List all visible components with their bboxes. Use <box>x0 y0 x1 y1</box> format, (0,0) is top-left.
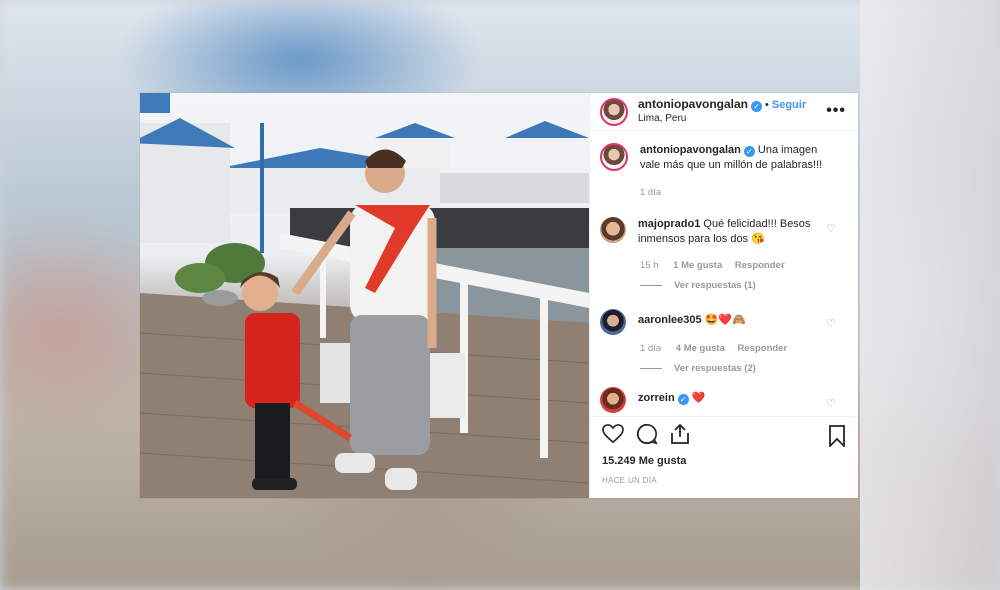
comment-like-heart-icon[interactable]: ♡ <box>826 317 836 330</box>
comment-icon[interactable] <box>636 423 658 450</box>
comment-like-heart-icon[interactable]: ♡ <box>826 397 836 410</box>
comment-item: aaronlee305 🤩❤️🙈 1 día 4 Me gusta Respon… <box>600 309 848 374</box>
caption: antoniopavongalan ✓ Una imagen vale más q… <box>600 143 848 198</box>
comment-item: majoprado1 Qué felicidad!!! Besos inmens… <box>600 217 848 291</box>
caption-avatar[interactable] <box>600 143 628 171</box>
separator-dot: • <box>765 99 769 111</box>
caption-time[interactable]: 1 día <box>640 187 661 198</box>
comment-text: 🤩❤️🙈 <box>704 314 746 326</box>
comment-like-heart-icon[interactable]: ♡ <box>826 222 836 235</box>
instagram-post: antoniopavongalan ✓ • Seguir Lima, Peru •••… <box>140 93 858 498</box>
location-link[interactable]: Lima, Peru <box>638 112 806 126</box>
post-header: antoniopavongalan ✓ • Seguir Lima, Peru ••• <box>590 93 858 131</box>
replies-divider <box>640 368 662 369</box>
post-sidebar: antoniopavongalan ✓ • Seguir Lima, Peru •••… <box>589 93 858 498</box>
comment-username[interactable]: majoprado1 <box>638 218 700 230</box>
verified-badge-icon: ✓ <box>743 146 755 157</box>
heart-icon[interactable] <box>602 423 624 449</box>
view-replies-label: Ver respuestas (2) <box>674 363 756 374</box>
verified-badge-icon: ✓ <box>677 394 689 405</box>
reply-button[interactable]: Responder <box>738 343 788 354</box>
reply-button[interactable]: Responder <box>735 260 785 271</box>
bookmark-icon[interactable] <box>828 425 846 452</box>
comment-item: zorrein ✓ ❤️ ♡ <box>600 387 848 413</box>
commenter-avatar[interactable] <box>600 217 626 243</box>
blurred-background-right <box>860 0 1000 590</box>
caption-username[interactable]: antoniopavongalan <box>640 144 741 156</box>
more-options-icon[interactable]: ••• <box>826 102 846 120</box>
commenter-avatar[interactable] <box>600 309 626 335</box>
view-replies-label: Ver respuestas (1) <box>674 280 756 291</box>
view-replies-button[interactable]: Ver respuestas (2) <box>640 363 848 374</box>
photo-illustration <box>140 93 589 498</box>
comment-username[interactable]: zorrein <box>638 392 675 404</box>
post-actions: 15.249 Me gusta HACE UN DÍA <box>590 416 858 498</box>
replies-divider <box>640 285 662 286</box>
likes-count[interactable]: 15.249 Me gusta <box>602 455 846 467</box>
follow-button[interactable]: Seguir <box>772 99 806 111</box>
comment-username[interactable]: aaronlee305 <box>638 314 702 326</box>
comments-section[interactable]: antoniopavongalan ✓ Una imagen vale más q… <box>590 131 858 416</box>
comment-likes[interactable]: 4 Me gusta <box>676 343 725 354</box>
view-replies-button[interactable]: Ver respuestas (1) <box>640 280 848 291</box>
verified-badge-icon: ✓ <box>751 101 763 112</box>
commenter-avatar[interactable] <box>600 387 626 413</box>
post-date[interactable]: HACE UN DÍA <box>602 476 846 485</box>
comment-likes[interactable]: 1 Me gusta <box>673 260 722 271</box>
comment-time[interactable]: 15 h <box>640 260 659 271</box>
comment-text: ❤️ <box>691 392 706 404</box>
author-avatar[interactable] <box>600 97 628 126</box>
comment-time[interactable]: 1 día <box>640 343 661 354</box>
author-username[interactable]: antoniopavongalan <box>638 97 748 111</box>
post-photo[interactable] <box>140 93 589 498</box>
share-icon[interactable] <box>670 423 690 450</box>
